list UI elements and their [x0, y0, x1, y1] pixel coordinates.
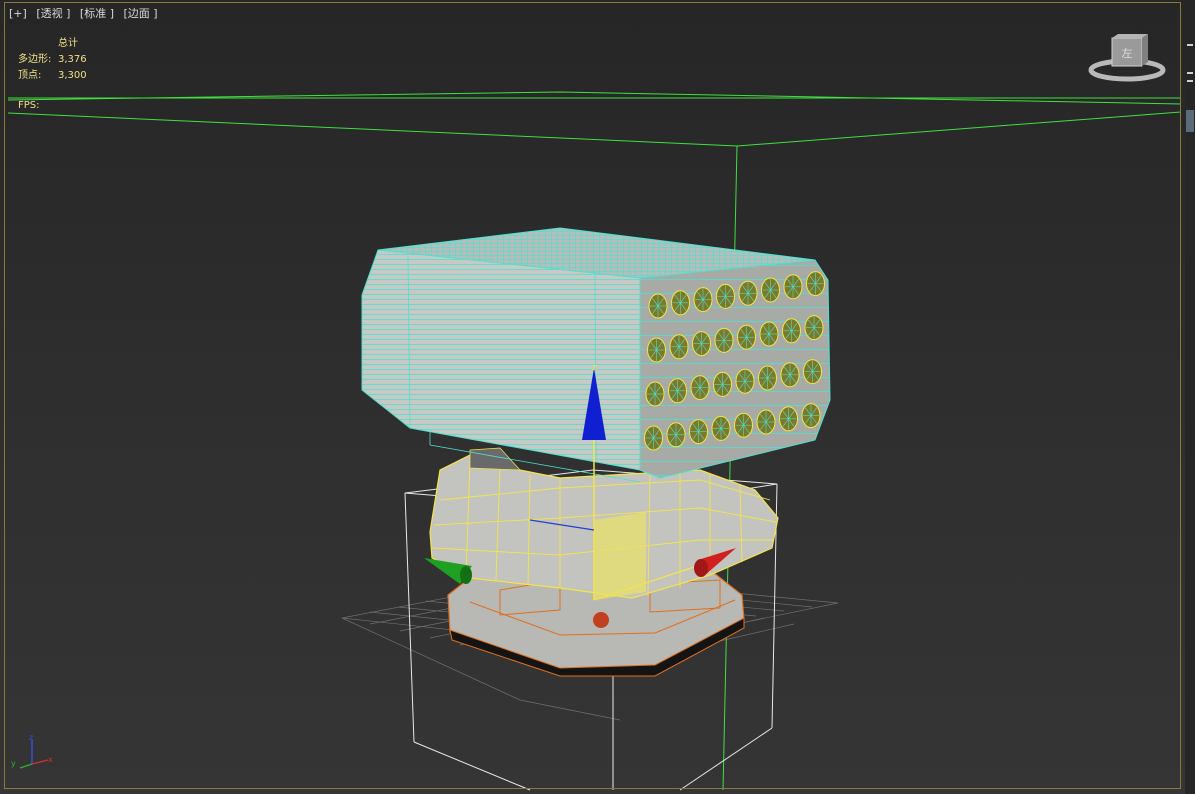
viewport-label-menu: [+] [透视 ] [标准 ] [边面 ] [9, 5, 164, 21]
fps-label: FPS: [18, 100, 40, 111]
selection-plane [594, 512, 646, 600]
axis-label-y: y [11, 759, 16, 768]
axis-tripod-icon: z x y [11, 734, 53, 769]
viewport-plus-menu[interactable]: [+] [9, 7, 27, 20]
stats-value: 3,300 [58, 70, 87, 81]
stats-value: 3,376 [58, 54, 87, 65]
viewport-perspective[interactable]: z [+] [透视 ] [标准 ] [边面 ] 总计 多边形: 3,376 顶点… [0, 0, 1195, 794]
axis-label-x: x [48, 755, 53, 764]
statistics-overlay: 总计 多边形: 3,376 顶点: 3,300 [18, 36, 87, 84]
viewcube-face-label: 左 [1122, 47, 1133, 60]
stats-row-polygons: 多边形: 3,376 [18, 52, 87, 68]
viewport-display-mode-menu[interactable]: [边面 ] [124, 7, 158, 20]
stats-row-vertices: 顶点: 3,300 [18, 68, 87, 84]
scene-canvas[interactable]: z [0, 0, 1195, 794]
command-panel-edge [1185, 0, 1195, 794]
viewport-pov-menu[interactable]: [透视 ] [36, 7, 70, 20]
svg-text:z: z [592, 363, 597, 373]
rocket-launcher-pod[interactable] [361, 227, 831, 483]
stats-label: 顶点: [18, 70, 42, 81]
stats-label: 多边形: [18, 54, 52, 65]
stats-header: 总计 [58, 38, 78, 49]
viewport-shading-quality-menu[interactable]: [标准 ] [80, 7, 114, 20]
axis-label-z: z [29, 734, 33, 742]
viewcube-icon[interactable]: 左 [1088, 32, 1166, 84]
